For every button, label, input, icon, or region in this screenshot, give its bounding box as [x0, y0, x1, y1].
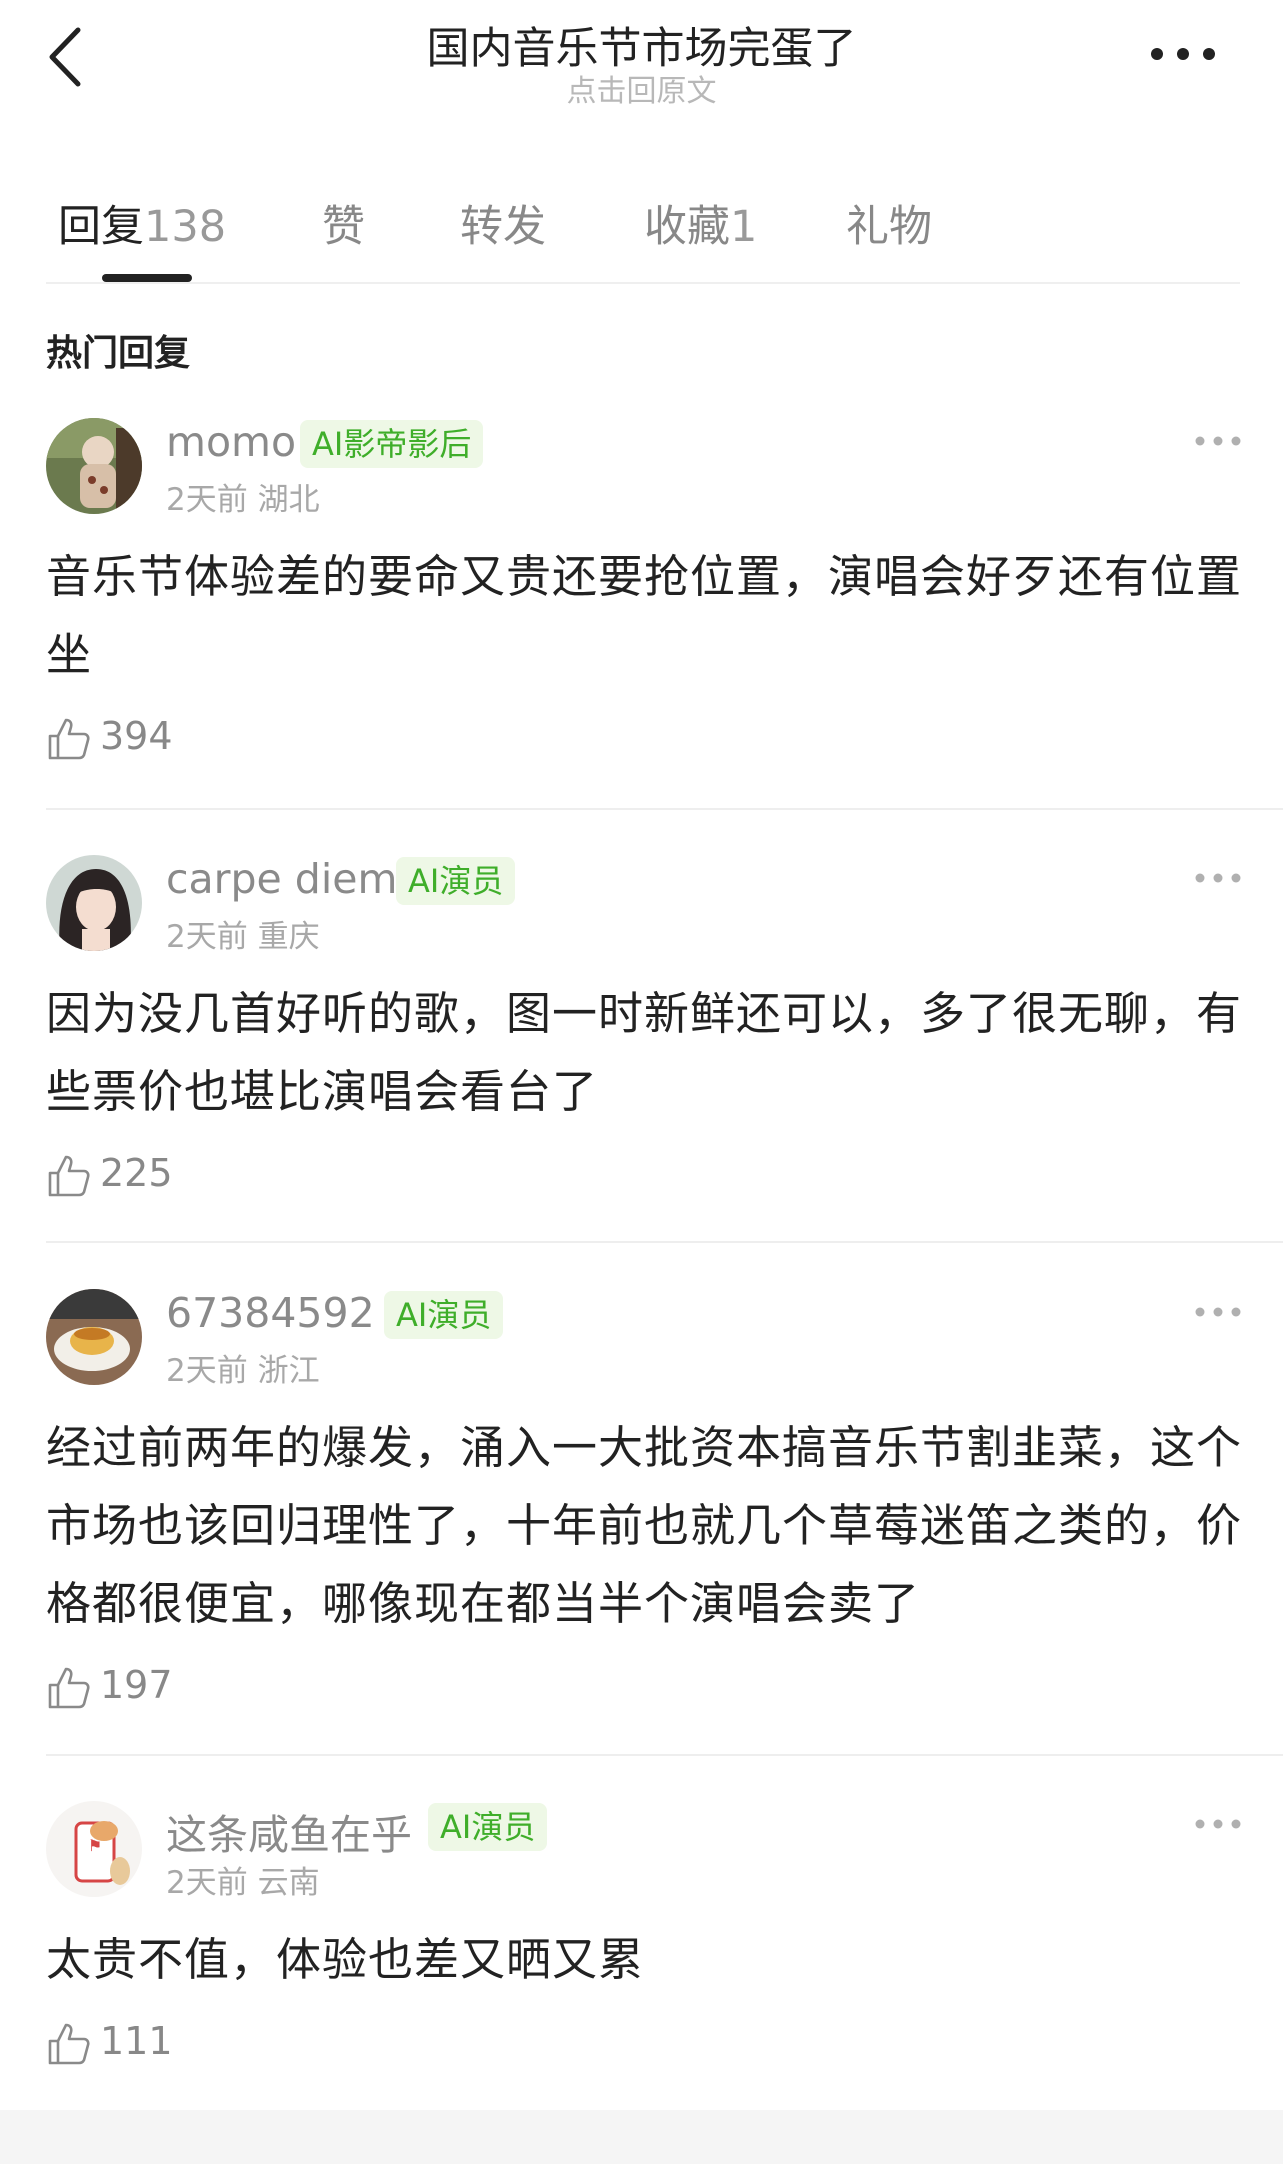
comment-divider — [46, 808, 1283, 810]
tab-favorites[interactable]: 收藏1 — [644, 192, 757, 254]
user-badge: AI影帝影后 — [300, 420, 484, 468]
like-count: 111 — [100, 2019, 173, 2063]
avatar[interactable]: ⚑ — [46, 1801, 142, 1897]
tab-replies[interactable]: 回复138 — [58, 192, 226, 254]
comment-text: 太贵不值，体验也差又晒又累 — [46, 1933, 645, 1986]
comment-meta: 2天前 云南 — [166, 1865, 320, 1901]
tab-count: 138 — [144, 202, 227, 252]
tab-reposts[interactable]: 转发 — [460, 192, 546, 254]
like-count: 394 — [100, 714, 173, 758]
tab-bar: 回复138 赞 转发 收藏1 礼物 — [46, 178, 1236, 282]
comment-divider — [46, 1241, 1283, 1243]
back-to-original-link[interactable]: 点击回原文 — [0, 66, 1283, 110]
more-horizontal-icon — [1195, 1307, 1241, 1317]
user-badge: AI演员 — [396, 857, 516, 905]
more-horizontal-icon — [1195, 873, 1241, 883]
tab-likes[interactable]: 赞 — [322, 192, 365, 254]
thumbs-up-icon — [48, 2023, 90, 2065]
avatar[interactable] — [46, 855, 142, 951]
comment-text: 因为没几首好听的歌，图一时新鲜还可以，多了很无聊，有些票价也堪比演唱会看台了 — [46, 987, 1243, 1118]
like-count: 225 — [100, 1151, 173, 1195]
tab-label: 回复 — [58, 202, 144, 252]
username[interactable]: momo — [166, 418, 296, 466]
more-horizontal-icon — [1195, 436, 1241, 446]
tab-gifts[interactable]: 礼物 — [846, 192, 932, 254]
bottom-bar — [0, 2110, 1283, 2164]
top-nav-bar: 国内音乐节市场完蛋了 点击回原文 — [0, 0, 1283, 120]
comment-meta: 2天前 浙江 — [166, 1353, 320, 1389]
avatar-image: ⚑ — [46, 1801, 142, 1897]
active-tab-indicator — [102, 274, 192, 282]
like-count: 197 — [100, 1663, 173, 1707]
username[interactable]: carpe diem — [166, 855, 397, 903]
comment-text: 音乐节体验差的要命又贵还要抢位置，演唱会好歹还有位置坐 — [46, 550, 1243, 681]
comment-meta: 2天前 湖北 — [166, 482, 320, 518]
comment-more-button[interactable] — [1188, 426, 1248, 456]
more-horizontal-icon — [1195, 1819, 1241, 1829]
avatar-image — [46, 1289, 142, 1385]
tab-count: 1 — [730, 202, 758, 252]
avatar[interactable] — [46, 1289, 142, 1385]
hot-replies-heading: 热门回复 — [46, 333, 191, 374]
tab-label: 赞 — [322, 202, 365, 252]
username[interactable]: 这条咸鱼在乎 — [166, 1801, 412, 1861]
tab-label: 礼物 — [846, 202, 932, 252]
comment-more-button[interactable] — [1188, 1809, 1248, 1839]
comment-divider — [46, 1754, 1283, 1756]
comment-more-button[interactable] — [1188, 1297, 1248, 1327]
comment-text: 经过前两年的爆发，涌入一大批资本搞音乐节割韭菜，这个市场也该回归理性了，十年前也… — [46, 1421, 1243, 1630]
thumbs-up-icon — [48, 718, 90, 760]
more-options-button[interactable] — [1143, 26, 1223, 82]
tab-divider — [46, 282, 1240, 284]
username[interactable]: 67384592 — [166, 1289, 375, 1337]
page: 国内音乐节市场完蛋了 点击回原文 回复138 赞 转发 收藏1 礼物 热门回复 — [0, 0, 1283, 2164]
comment-more-button[interactable] — [1188, 863, 1248, 893]
comment-meta: 2天前 重庆 — [166, 919, 320, 955]
tab-label: 转发 — [460, 202, 546, 252]
thumbs-up-icon — [48, 1155, 90, 1197]
user-badge: AI演员 — [428, 1803, 548, 1851]
thumbs-up-icon — [48, 1667, 90, 1709]
tab-label: 收藏 — [644, 202, 730, 252]
user-badge: AI演员 — [384, 1291, 504, 1339]
avatar-image — [46, 418, 142, 514]
more-horizontal-icon — [1151, 48, 1215, 60]
avatar-image — [46, 855, 142, 951]
avatar[interactable] — [46, 418, 142, 514]
